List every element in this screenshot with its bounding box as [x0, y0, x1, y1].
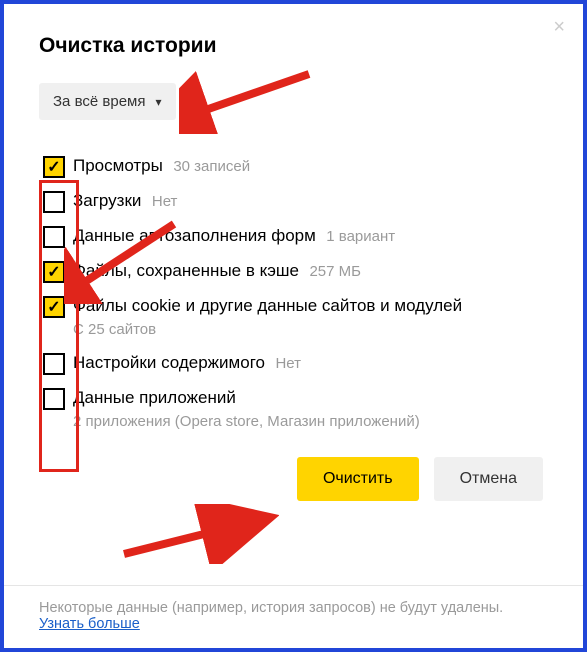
learn-more-link[interactable]: Узнать больше: [39, 616, 140, 632]
option-row-downloads: Загрузки Нет: [39, 190, 548, 213]
option-sub: Нет: [275, 355, 301, 372]
options-list: Просмотры 30 записей Загрузки Нет: [39, 155, 548, 432]
option-sub: 30 записей: [173, 158, 250, 175]
option-label: Файлы, сохраненные в кэше: [73, 261, 299, 280]
option-label: Настройки содержимого: [73, 353, 265, 372]
close-icon[interactable]: ×: [553, 16, 565, 39]
option-row-cache: Файлы, сохраненные в кэше 257 МБ: [39, 260, 548, 283]
checkbox-cache[interactable]: [43, 261, 65, 283]
checkbox-downloads[interactable]: [43, 191, 65, 213]
option-sub: 1 вариант: [326, 228, 395, 245]
checkbox-app-data[interactable]: [43, 388, 65, 410]
chevron-down-icon: ▾: [155, 95, 161, 109]
checkbox-content-settings[interactable]: [43, 353, 65, 375]
option-label: Просмотры: [73, 156, 163, 175]
footer-text: Некоторые данные (например, история запр…: [39, 600, 503, 616]
dialog-title: Очистка истории: [39, 34, 548, 58]
option-sub: 2 приложения (Opera store, Магазин прило…: [73, 412, 420, 432]
option-label: Данные приложений: [73, 387, 420, 410]
option-row-cookies: Файлы cookie и другие данные сайтов и мо…: [39, 295, 548, 340]
time-range-select[interactable]: За всё время ▾: [39, 83, 176, 120]
option-row-views: Просмотры 30 записей: [39, 155, 548, 178]
dialog-buttons: Очистить Отмена: [39, 457, 548, 501]
cancel-button[interactable]: Отмена: [434, 457, 543, 501]
annotation-arrow-3: [119, 504, 279, 564]
checkbox-views[interactable]: [43, 156, 65, 178]
option-row-autofill: Данные автозаполнения форм 1 вариант: [39, 225, 548, 248]
option-label: Файлы cookie и другие данные сайтов и мо…: [73, 295, 462, 318]
checkbox-autofill[interactable]: [43, 226, 65, 248]
option-label: Загрузки: [73, 191, 141, 210]
clear-button[interactable]: Очистить: [297, 457, 419, 501]
option-sub: 257 МБ: [309, 263, 361, 280]
dialog-footer: Некоторые данные (например, история запр…: [4, 585, 583, 648]
annotation-arrow-1: [179, 64, 319, 134]
option-sub: Нет: [152, 193, 178, 210]
option-row-content-settings: Настройки содержимого Нет: [39, 352, 548, 375]
checkbox-cookies[interactable]: [43, 296, 65, 318]
option-sub: С 25 сайтов: [73, 320, 462, 340]
time-range-label: За всё время: [53, 93, 145, 110]
option-label: Данные автозаполнения форм: [73, 226, 316, 245]
option-row-app-data: Данные приложений 2 приложения (Opera st…: [39, 387, 548, 432]
